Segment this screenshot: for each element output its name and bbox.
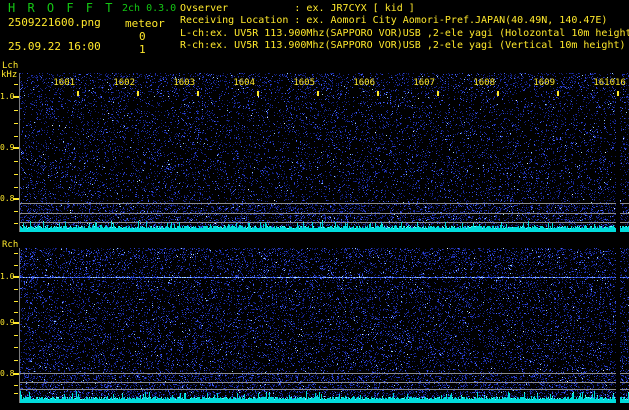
freq-minor-tick [14, 84, 18, 85]
spectrogram-rch [19, 248, 629, 403]
mode-label: meteor [125, 17, 165, 30]
lch-freq-tick-label-0-9: 0.9 [0, 143, 15, 152]
freq-minor-tick [14, 360, 18, 361]
freq-minor-tick [14, 136, 18, 137]
time-label: 1602 [113, 78, 135, 88]
time-label: 1605 [293, 78, 315, 88]
datetime-label: 25.09.22 16:00 [8, 40, 101, 53]
rch-freq-tick-label-0-8: 0.8 [0, 369, 15, 378]
freq-minor-tick [14, 301, 18, 302]
location-info-line: Receiving Location : ex. Aomori City Aom… [180, 15, 608, 26]
version-label: 2ch 0.3.0 [122, 3, 177, 14]
time-label: 1608 [473, 78, 495, 88]
minute-tick [257, 91, 259, 96]
freq-minor-tick [14, 393, 18, 394]
time-label: 1607 [413, 78, 435, 88]
minute-tick [137, 91, 139, 96]
spectrogram-lch [19, 73, 629, 232]
minute-tick [317, 91, 319, 96]
observer-info-line: Ovserver : ex. JR7CYX [ kid ] [180, 3, 415, 14]
freq-major-tick [13, 147, 19, 149]
lch-freq-tick-label-0-8: 0.8 [0, 194, 15, 203]
freq-minor-tick [14, 253, 18, 254]
freq-minor-tick [14, 385, 18, 386]
minute-tick [437, 91, 439, 96]
freq-minor-tick [14, 289, 18, 290]
time-label: 1610 [593, 78, 615, 88]
freq-major-tick [13, 373, 19, 375]
time-label: 1603 [173, 78, 195, 88]
freq-minor-tick [14, 110, 18, 111]
freq-major-tick [13, 322, 19, 324]
freq-minor-tick [14, 347, 18, 348]
time-label: 1606 [353, 78, 375, 88]
freq-minor-tick [14, 223, 18, 224]
rch-freq-tick-label-1-0: 1.0 [0, 272, 15, 281]
rch-freq-tick-label-0-9: 0.9 [0, 318, 15, 327]
lch-rig-info-line: L-ch:ex. UV5R 113.900Mhz(SAPPORO VOR)USB… [180, 28, 629, 39]
lch-freq-tick-label-1-0: 1.0 [0, 92, 15, 101]
khz-unit-label: kHz [1, 70, 18, 80]
app-title: H R O F F T [8, 1, 115, 15]
freq-major-tick [13, 276, 19, 278]
rch-rig-info-line: R-ch:ex. UV5R 113.900Mhz(SAPPORO VOR)USB… [180, 40, 626, 51]
time-label: 1601 [53, 78, 75, 88]
time-label: 1604 [233, 78, 255, 88]
minute-tick [77, 91, 79, 96]
freq-major-tick [13, 96, 19, 98]
hrofft-output-image: { "header": { "app_title": "H R O F F T"… [0, 0, 629, 410]
minute-tick [197, 91, 199, 96]
minute-tick [617, 91, 619, 96]
time-label: 1609 [533, 78, 555, 88]
freq-minor-tick [14, 174, 18, 175]
freq-minor-tick [14, 265, 18, 266]
freq-minor-tick [14, 187, 18, 188]
minute-tick [377, 91, 379, 96]
rch-channel-label: Rch [2, 240, 19, 250]
echo-count-top: 0 [139, 30, 146, 43]
minute-tick [557, 91, 559, 96]
minute-tick [497, 91, 499, 96]
freq-minor-tick [14, 335, 18, 336]
filename-label: 2509221600.png [8, 16, 101, 29]
time-label-edge-fragment: 16 [615, 78, 626, 88]
freq-minor-tick [14, 161, 18, 162]
freq-major-tick [13, 198, 19, 200]
freq-minor-tick [14, 211, 18, 212]
freq-minor-tick [14, 312, 18, 313]
echo-count-bottom: 1 [139, 43, 146, 56]
freq-minor-tick [14, 123, 18, 124]
